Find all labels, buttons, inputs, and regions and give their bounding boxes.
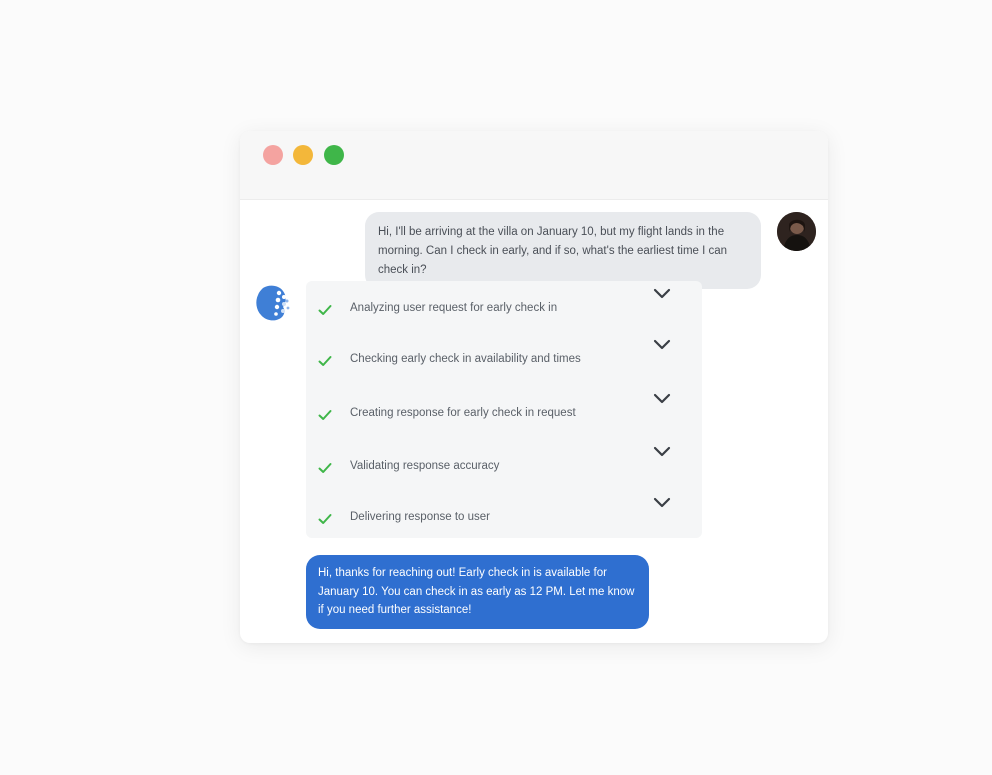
check-icon bbox=[318, 514, 332, 524]
minimize-window-button[interactable] bbox=[293, 145, 313, 165]
step-item: Checking early check in availability and… bbox=[306, 339, 702, 377]
step-label: Analyzing user request for early check i… bbox=[350, 302, 558, 314]
step-item: Creating response for early check in req… bbox=[306, 393, 702, 431]
step-label: Validating response accuracy bbox=[350, 460, 500, 472]
step-label: Checking early check in availability and… bbox=[350, 353, 581, 365]
user-message-bubble: Hi, I'll be arriving at the villa on Jan… bbox=[365, 212, 761, 289]
chevron-down-icon[interactable] bbox=[652, 286, 672, 300]
chat-window: Hi, I'll be arriving at the villa on Jan… bbox=[240, 131, 828, 643]
step-label: Creating response for early check in req… bbox=[350, 407, 576, 419]
step-item: Validating response accuracy bbox=[306, 446, 702, 484]
check-icon bbox=[318, 356, 332, 366]
bot-logo-icon bbox=[256, 285, 290, 321]
user-avatar[interactable] bbox=[777, 212, 816, 251]
chevron-down-icon[interactable] bbox=[652, 444, 672, 458]
window-titlebar bbox=[240, 131, 828, 200]
check-icon bbox=[318, 305, 332, 315]
step-item: Delivering response to user bbox=[306, 497, 702, 535]
check-icon bbox=[318, 463, 332, 473]
chevron-down-icon[interactable] bbox=[652, 495, 672, 509]
close-window-button[interactable] bbox=[263, 145, 283, 165]
step-item: Analyzing user request for early check i… bbox=[306, 288, 702, 326]
user-avatar-photo-icon bbox=[777, 212, 816, 251]
chevron-down-icon[interactable] bbox=[652, 337, 672, 351]
chevron-down-icon[interactable] bbox=[652, 391, 672, 405]
check-icon bbox=[318, 410, 332, 420]
bot-reply-bubble: Hi, thanks for reaching out! Early check… bbox=[306, 555, 649, 629]
step-label: Delivering response to user bbox=[350, 511, 490, 523]
reasoning-steps-panel: Analyzing user request for early check i… bbox=[306, 281, 702, 538]
maximize-window-button[interactable] bbox=[324, 145, 344, 165]
